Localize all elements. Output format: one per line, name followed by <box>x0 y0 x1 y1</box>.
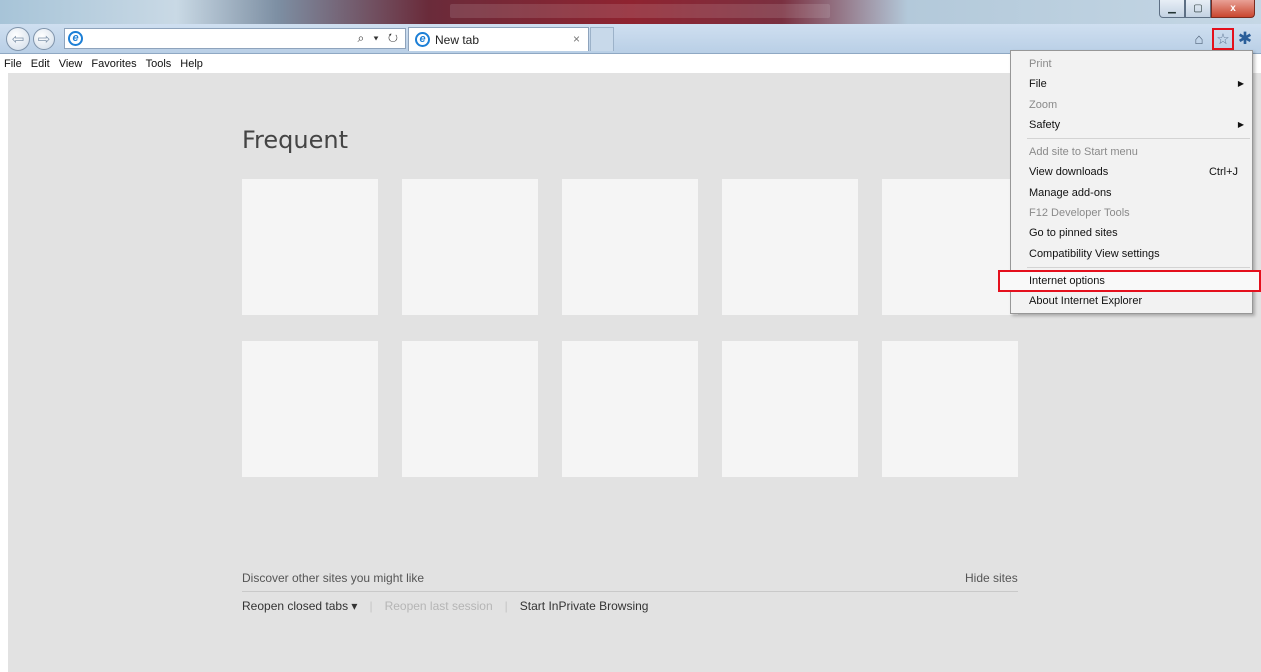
menu-item-view-downloads[interactable]: View downloads Ctrl+J <box>1011 162 1252 182</box>
frequent-site-tile[interactable] <box>402 341 538 477</box>
title-bar-background <box>450 4 830 18</box>
frequent-heading: Frequent <box>242 126 348 154</box>
menu-item-f12-developer-tools: F12 Developer Tools <box>1029 207 1130 220</box>
menu-view[interactable]: View <box>59 58 83 70</box>
link-separator: | <box>369 599 373 613</box>
content-divider <box>242 591 1018 592</box>
minimize-icon: ▁ <box>1168 3 1176 14</box>
maximize-button[interactable]: ▢ <box>1185 0 1211 18</box>
frequent-site-tile[interactable] <box>562 179 698 315</box>
bottom-links: Reopen closed tabs ▾ | Reopen last sessi… <box>242 599 648 613</box>
discover-sites-link[interactable]: Discover other sites you might like <box>242 571 424 585</box>
menu-item-go-to-pinned-sites[interactable]: Go to pinned sites <box>1011 223 1252 243</box>
tab-close-icon[interactable]: × <box>573 32 580 46</box>
shortcut-label: Ctrl+J <box>1208 166 1238 179</box>
link-separator: | <box>504 599 508 613</box>
menu-separator <box>1027 266 1250 268</box>
frequent-site-tile[interactable] <box>242 341 378 477</box>
menu-item-zoom: Zoom <box>1029 98 1058 111</box>
frequent-site-tile[interactable] <box>722 341 858 477</box>
menu-item-file[interactable]: File ▶ <box>1011 74 1252 94</box>
back-arrow-icon: ⇦ <box>11 31 25 48</box>
frequent-site-tile[interactable] <box>882 179 1018 315</box>
frequent-site-tile[interactable] <box>402 179 538 315</box>
new-tab-button[interactable] <box>590 27 614 51</box>
ie-logo-icon: e <box>68 31 83 46</box>
menu-item-safety[interactable]: Safety ▶ <box>1011 115 1252 135</box>
close-button[interactable]: x <box>1211 0 1255 18</box>
tab-title: New tab <box>435 33 480 47</box>
tab-new-tab[interactable]: e New tab × <box>408 27 589 51</box>
address-bar[interactable]: e ⌕ ▾ ↻ <box>64 28 406 49</box>
start-inprivate-link[interactable]: Start InPrivate Browsing <box>520 599 649 613</box>
menu-help[interactable]: Help <box>180 58 203 70</box>
submenu-arrow-icon: ▶ <box>1237 79 1244 89</box>
address-controls[interactable]: ⌕ ▾ ↻ <box>357 31 401 46</box>
tools-gear-icon[interactable]: ✱ <box>1235 29 1255 49</box>
back-button[interactable]: ⇦ <box>6 27 30 51</box>
menu-file[interactable]: File <box>4 58 22 70</box>
submenu-arrow-icon: ▶ <box>1237 119 1244 129</box>
favorites-star-icon[interactable]: ☆ <box>1212 28 1234 50</box>
forward-arrow-icon: ⇨ <box>37 31 51 48</box>
title-bar: ▁ ▢ x <box>0 0 1261 24</box>
menu-item-internet-options[interactable]: Internet options <box>998 269 1261 293</box>
frequent-site-tile[interactable] <box>722 179 858 315</box>
menu-item-add-site-to-start: Add site to Start menu <box>1029 146 1138 159</box>
tab-ie-icon: e <box>415 32 430 47</box>
window-controls: ▁ ▢ x <box>1159 0 1255 18</box>
hide-sites-link[interactable]: Hide sites <box>965 571 1018 585</box>
menu-favorites[interactable]: Favorites <box>91 58 136 70</box>
menu-item-about-ie[interactable]: About Internet Explorer <box>1011 291 1252 311</box>
menu-separator <box>1027 138 1250 140</box>
menu-edit[interactable]: Edit <box>31 58 50 70</box>
menu-item-print: Print <box>1029 58 1052 70</box>
menu-item-manage-addons[interactable]: Manage add-ons <box>1011 183 1252 203</box>
home-icon[interactable]: ⌂ <box>1189 29 1209 49</box>
frequent-site-tile[interactable] <box>242 179 378 315</box>
frequent-site-tile[interactable] <box>562 341 698 477</box>
menu-tools[interactable]: Tools <box>146 58 172 70</box>
reopen-closed-tabs-link[interactable]: Reopen closed tabs ▾ <box>242 599 357 613</box>
minimize-button[interactable]: ▁ <box>1159 0 1185 18</box>
tools-menu: Print File ▶ Zoom Safety ▶ Add site to Sta… <box>998 50 1261 314</box>
maximize-icon: ▢ <box>1193 3 1203 14</box>
menu-item-compatibility-view[interactable]: Compatibility View settings <box>1011 244 1252 264</box>
reopen-last-session-link: Reopen last session <box>384 599 493 613</box>
frequent-site-tile[interactable] <box>882 341 1018 477</box>
forward-button[interactable]: ⇨ <box>33 28 55 50</box>
